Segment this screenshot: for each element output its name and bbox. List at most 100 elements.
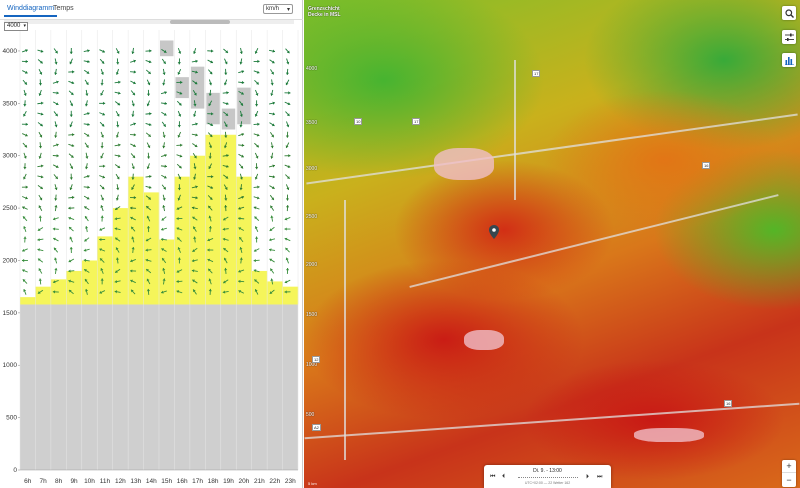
wind-arrow-icon xyxy=(161,58,166,65)
wind-arrow-icon xyxy=(22,278,28,284)
map-search-button[interactable] xyxy=(782,6,796,20)
wind-arrow-icon xyxy=(69,184,73,191)
wind-arrow-icon xyxy=(84,79,89,86)
wind-arrow-icon xyxy=(254,79,260,85)
wind-arrow-icon xyxy=(131,110,135,117)
y-tick-label: 3500 xyxy=(3,100,18,107)
road-number-badge: 12 xyxy=(312,356,321,363)
wind-arrow-icon xyxy=(23,163,27,170)
wind-arrow-icon xyxy=(37,258,44,263)
wind-arrow-icon xyxy=(270,79,274,86)
wind-arrow-icon xyxy=(68,195,75,200)
altitude-select[interactable]: 4000 ▾ xyxy=(4,22,28,31)
wind-arrow-icon xyxy=(69,47,73,54)
wind-arrow-icon xyxy=(146,163,150,170)
boundary-layer-bar xyxy=(174,176,191,305)
wind-arrow-icon xyxy=(160,164,167,168)
road xyxy=(306,113,798,185)
wind-arrow-icon xyxy=(208,69,213,75)
wind-arrow-icon xyxy=(269,238,276,242)
wind-arrow-icon xyxy=(162,79,166,86)
wind-arrow-icon xyxy=(253,122,260,126)
wind-arrow-icon xyxy=(69,58,73,65)
wind-arrow-icon xyxy=(285,111,290,117)
wind-arrow-icon xyxy=(145,122,152,127)
boundary-layer-bar xyxy=(128,176,144,305)
wind-arrow-icon xyxy=(253,196,260,200)
zoom-out-button[interactable]: − xyxy=(782,474,796,487)
wind-arrow-icon xyxy=(284,216,291,221)
wind-arrow-icon xyxy=(269,185,275,190)
wind-arrow-icon xyxy=(254,152,259,159)
wind-arrow-icon xyxy=(253,258,260,263)
wind-arrow-icon xyxy=(100,68,104,75)
wind-arrow-icon xyxy=(255,89,259,96)
wind-arrow-icon xyxy=(53,48,58,54)
wind-arrow-icon xyxy=(269,122,275,127)
wind-arrow-icon xyxy=(53,111,59,117)
wind-arrow-icon xyxy=(269,164,276,168)
cloud-cell xyxy=(175,77,189,99)
x-tick-label: 17h xyxy=(192,478,203,485)
wind-arrow-icon xyxy=(83,112,90,116)
wind-arrow-icon xyxy=(54,68,58,75)
wind-arrow-icon xyxy=(145,185,152,189)
x-tick-label: 6h xyxy=(24,478,32,485)
wind-arrow-icon xyxy=(130,133,137,137)
wind-arrow-icon xyxy=(146,79,151,86)
road xyxy=(304,402,800,440)
wind-arrow-icon xyxy=(38,215,42,222)
wind-arrow-icon xyxy=(145,60,152,64)
wind-arrow-icon xyxy=(161,121,167,127)
wind-arrow-icon xyxy=(115,48,120,54)
wind-arrow-icon xyxy=(269,248,276,252)
step-back-icon[interactable]: ⏴ xyxy=(502,474,505,481)
boundary-layer-bar xyxy=(97,236,113,305)
wind-arrow-icon xyxy=(285,79,290,86)
cloud-cell xyxy=(237,87,251,125)
wind-arrow-icon xyxy=(269,226,275,232)
wind-arrow-icon xyxy=(22,206,28,210)
wind-arrow-icon xyxy=(269,194,275,201)
skip-last-icon[interactable]: ⏭ xyxy=(597,474,602,481)
wind-arrow-icon xyxy=(193,110,197,117)
zoom-in-button[interactable]: + xyxy=(782,460,796,473)
wind-arrow-icon xyxy=(146,152,151,159)
wind-arrow-icon xyxy=(207,59,214,64)
wind-arrow-icon xyxy=(253,133,260,137)
map-settings-button[interactable] xyxy=(782,30,796,44)
wind-arrow-icon xyxy=(53,174,59,180)
wind-arrow-icon xyxy=(22,142,28,148)
wind-arrow-icon xyxy=(286,58,290,65)
wind-arrow-icon xyxy=(37,175,44,179)
wind-arrow-icon xyxy=(23,173,27,180)
wind-arrow-icon xyxy=(83,132,90,137)
wind-arrow-icon xyxy=(38,89,42,96)
wind-arrow-icon xyxy=(255,100,259,107)
wind-arrow-icon xyxy=(68,258,75,263)
wind-arrow-icon xyxy=(269,49,276,53)
wind-arrow-icon xyxy=(176,100,182,106)
wind-arrow-icon xyxy=(54,257,58,264)
map-chart-button[interactable] xyxy=(782,53,796,67)
skip-first-icon[interactable]: ⏮ xyxy=(490,474,495,481)
map-view[interactable]: Grenzschicht Decke in MSL 4000 3500 3000… xyxy=(304,0,800,488)
time-track[interactable] xyxy=(518,477,578,478)
wind-arrow-icon xyxy=(54,58,58,65)
wind-arrow-icon xyxy=(223,48,229,54)
wind-arrow-icon xyxy=(99,164,106,168)
wind-arrow-icon xyxy=(269,258,275,263)
town-area xyxy=(464,330,504,350)
x-tick-label: 19h xyxy=(223,478,234,485)
wind-arrow-icon xyxy=(114,154,121,158)
road-number-badge: A2 xyxy=(312,424,321,431)
road xyxy=(409,194,779,288)
wind-arrow-icon xyxy=(68,216,75,220)
step-forward-icon[interactable]: ⏵ xyxy=(586,474,589,481)
wind-arrow-icon xyxy=(38,79,43,86)
wind-arrow-icon xyxy=(37,227,44,232)
map-pin-icon[interactable] xyxy=(489,225,499,239)
wind-arrow-icon xyxy=(22,133,28,137)
wind-arrow-icon xyxy=(161,111,167,116)
wind-arrow-icon xyxy=(69,100,74,107)
